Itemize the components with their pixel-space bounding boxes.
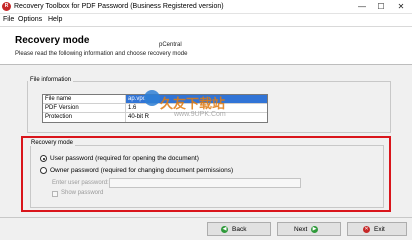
- page-title: Recovery mode: [15, 35, 90, 46]
- footer-divider: [0, 217, 412, 218]
- watermark-logo-icon: [144, 90, 160, 106]
- next-button[interactable]: Next ▶: [277, 222, 341, 236]
- row-key: File name: [45, 96, 72, 102]
- back-label: Back: [232, 226, 247, 233]
- user-password-label: Enter user password:: [52, 180, 109, 186]
- menu-options[interactable]: Options: [18, 16, 42, 23]
- file-info-label: File information: [28, 77, 74, 83]
- table-row: Protection 40-bit R: [43, 113, 267, 122]
- back-button[interactable]: ◀ Back: [207, 222, 271, 236]
- maximize-button[interactable]: ☐: [371, 0, 391, 14]
- window-title: Recovery Toolbox for PDF Password (Busin…: [14, 3, 224, 10]
- option-label: User password (required for opening the …: [50, 155, 199, 162]
- show-password-checkbox[interactable]: [52, 191, 58, 197]
- row-key: PDF Version: [45, 105, 79, 111]
- minimize-button[interactable]: —: [352, 0, 372, 14]
- back-arrow-icon: ◀: [221, 226, 228, 233]
- recovery-mode-label: Recovery mode: [29, 140, 76, 146]
- exit-label: Exit: [374, 226, 385, 233]
- header-watermark: pCentral: [159, 42, 182, 48]
- title-bar: R Recovery Toolbox for PDF Password (Bus…: [0, 0, 412, 14]
- user-password-input[interactable]: [109, 178, 301, 188]
- row-key: Protection: [45, 114, 73, 120]
- next-arrow-icon: ▶: [311, 226, 318, 233]
- show-password-label: Show password: [61, 190, 104, 196]
- next-label: Next: [294, 226, 308, 233]
- close-button[interactable]: ✕: [390, 0, 412, 14]
- exit-button[interactable]: ✕ Exit: [347, 222, 407, 236]
- menu-help[interactable]: Help: [48, 16, 62, 23]
- overlay-watermark-url: www.9UPK.Com: [174, 111, 226, 118]
- recovery-toolbox-icon: R: [2, 2, 11, 11]
- radio-selected[interactable]: [40, 155, 47, 162]
- radio-unselected[interactable]: [40, 167, 47, 174]
- overlay-watermark: 久友下载站: [160, 96, 226, 111]
- exit-x-icon: ✕: [363, 226, 370, 233]
- page-subtitle: Please read the following information an…: [15, 51, 188, 57]
- menu-bar: File Options Help: [0, 14, 412, 27]
- menu-file[interactable]: File: [3, 16, 14, 23]
- wizard-header: Recovery mode pCentral Please read the f…: [0, 27, 412, 65]
- option-label: Owner password (required for changing do…: [50, 167, 234, 174]
